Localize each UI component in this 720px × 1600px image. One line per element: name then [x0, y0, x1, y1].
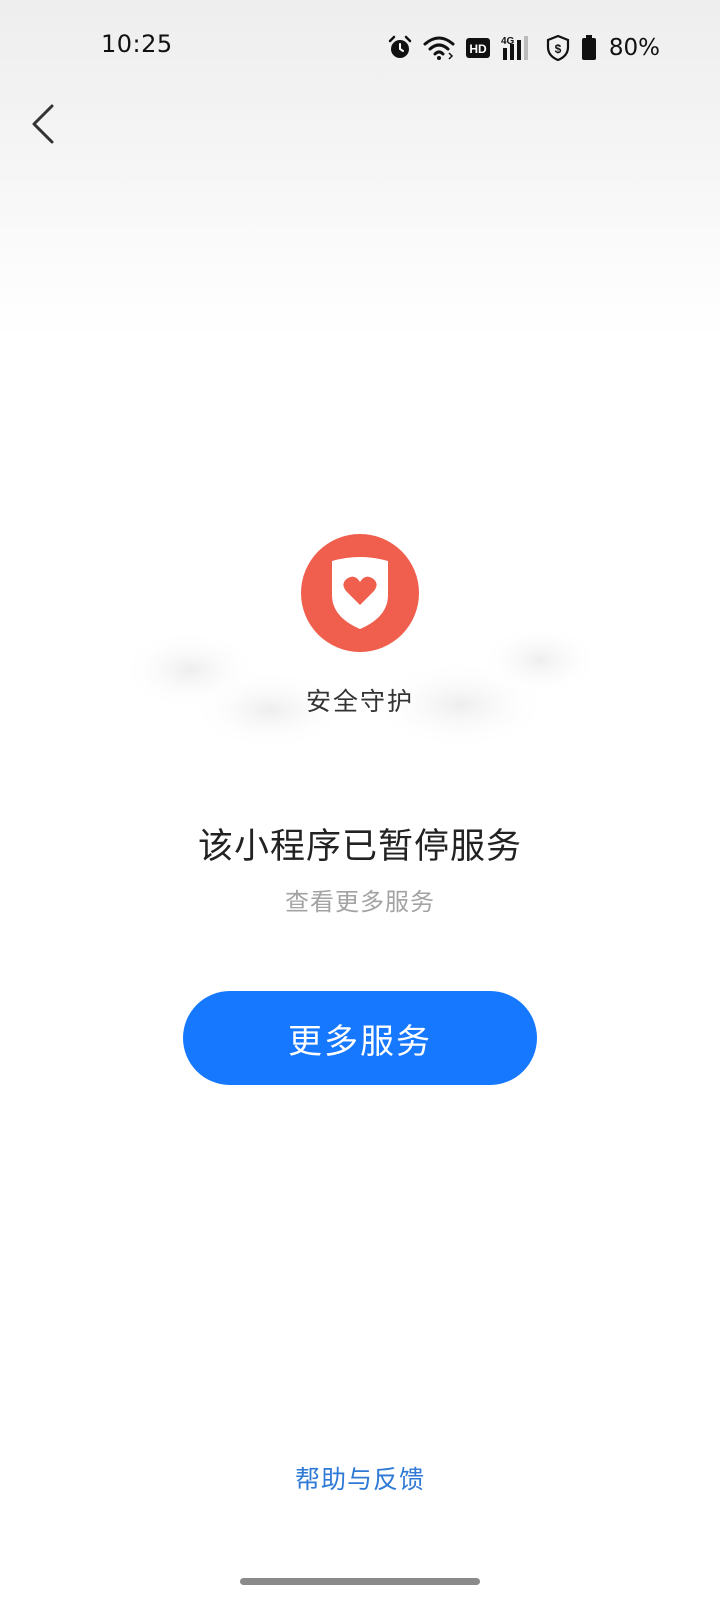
- sub-message: 查看更多服务: [285, 888, 435, 916]
- security-badge: [301, 534, 419, 652]
- shield-heart-icon: [332, 557, 388, 629]
- signal-icon: 4G: [501, 34, 535, 62]
- security-label: 安全守护: [305, 687, 414, 716]
- battery-icon: [581, 35, 597, 61]
- help-feedback-link[interactable]: 帮助与反馈: [0, 1460, 720, 1496]
- status-time: 10:25: [101, 30, 173, 58]
- screen: 10:25 HD 4G $ 80% 安全守护 该小程序已暂停服务 查看更多服务 …: [0, 0, 720, 1600]
- shield-dollar-icon: $: [545, 34, 571, 62]
- svg-text:HD: HD: [469, 42, 487, 56]
- more-services-button[interactable]: 更多服务: [183, 991, 537, 1085]
- chevron-left-icon: [32, 104, 54, 144]
- wifi-icon: [423, 35, 455, 61]
- status-bar: 10:25 HD 4G $ 80%: [0, 0, 720, 96]
- battery-percent: 80%: [608, 35, 660, 61]
- alarm-icon: [387, 35, 413, 61]
- home-indicator[interactable]: [240, 1578, 480, 1585]
- paused-message: 该小程序已暂停服务: [197, 827, 522, 867]
- hd-icon: HD: [465, 37, 491, 59]
- status-icons: HD 4G $ 80%: [387, 30, 660, 66]
- back-button[interactable]: [18, 96, 68, 152]
- svg-text:$: $: [555, 42, 562, 56]
